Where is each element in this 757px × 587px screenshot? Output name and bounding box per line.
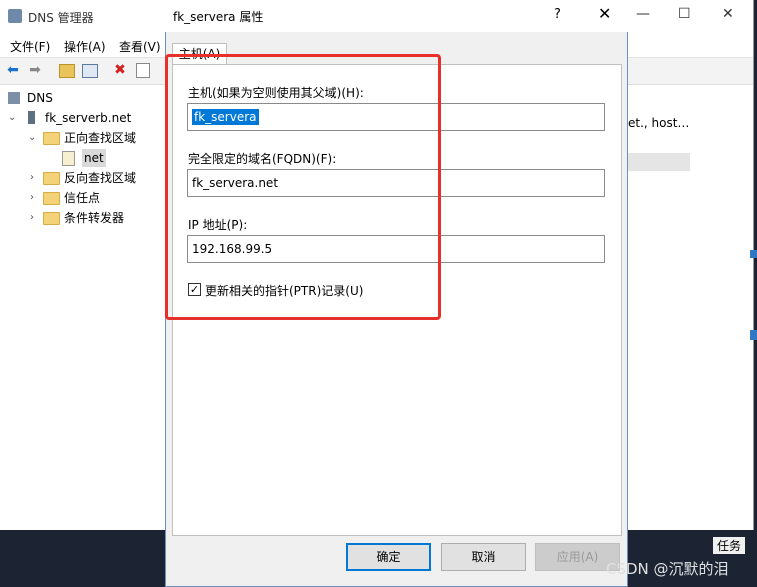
tree-label-trust: 信任点: [64, 191, 101, 205]
chevron-right-icon[interactable]: ›: [30, 169, 34, 187]
folder-icon: [43, 172, 60, 185]
tree-label-reverse: 反向查找区域: [64, 171, 137, 185]
chevron-right-icon[interactable]: ›: [30, 209, 34, 227]
scroll-marker: [750, 250, 757, 258]
scroll-marker: [750, 330, 757, 340]
dns-manager-title: DNS 管理器: [28, 11, 94, 25]
dns-icon: [8, 9, 22, 23]
panel-icon[interactable]: [82, 64, 98, 78]
folder-icon: [43, 132, 60, 145]
delete-icon[interactable]: ✖: [112, 62, 128, 78]
folder-icon: [43, 212, 60, 225]
folder-up-icon[interactable]: [59, 64, 75, 78]
chevron-down-icon[interactable]: ⌄: [28, 129, 36, 147]
server-icon: [28, 111, 35, 124]
menu-view[interactable]: 查看(V): [119, 38, 161, 55]
cancel-button[interactable]: 取消: [441, 543, 526, 571]
close-icon[interactable]: ✕: [598, 4, 611, 23]
menu-action[interactable]: 操作(A): [64, 38, 106, 55]
tree-label-server: fk_serverb.net: [45, 111, 132, 125]
minimize-icon[interactable]: —: [636, 6, 650, 22]
zone-file-icon: [62, 151, 75, 166]
properties-icon[interactable]: [136, 63, 150, 78]
highlight-annotation: [165, 54, 441, 320]
chevron-down-icon[interactable]: ⌄: [8, 109, 16, 127]
maximize-icon[interactable]: ☐: [678, 6, 691, 22]
folder-icon: [43, 192, 60, 205]
record-list-fragment: et., host…: [628, 116, 690, 130]
menu-file[interactable]: 文件(F): [10, 38, 50, 55]
forward-arrow-icon[interactable]: ➡: [27, 62, 43, 78]
close-icon[interactable]: ✕: [722, 6, 734, 22]
back-arrow-icon[interactable]: ⬅: [5, 62, 21, 78]
help-icon[interactable]: ?: [554, 7, 561, 22]
tree-label-zone: net: [82, 149, 106, 167]
dns-icon: [8, 92, 20, 104]
tree-label-forward: 正向查找区域: [64, 131, 137, 145]
tree-label-conditional: 条件转发器: [64, 211, 125, 225]
dialog-title: fk_servera 属性: [173, 10, 264, 24]
watermark: CSDN @沉默的泪: [606, 560, 729, 578]
task-tab[interactable]: 任务: [713, 537, 746, 554]
chevron-right-icon[interactable]: ›: [30, 189, 34, 207]
ok-button[interactable]: 确定: [346, 543, 431, 571]
selected-row-fragment: [628, 153, 690, 171]
tree-label-dns: DNS: [27, 91, 53, 105]
